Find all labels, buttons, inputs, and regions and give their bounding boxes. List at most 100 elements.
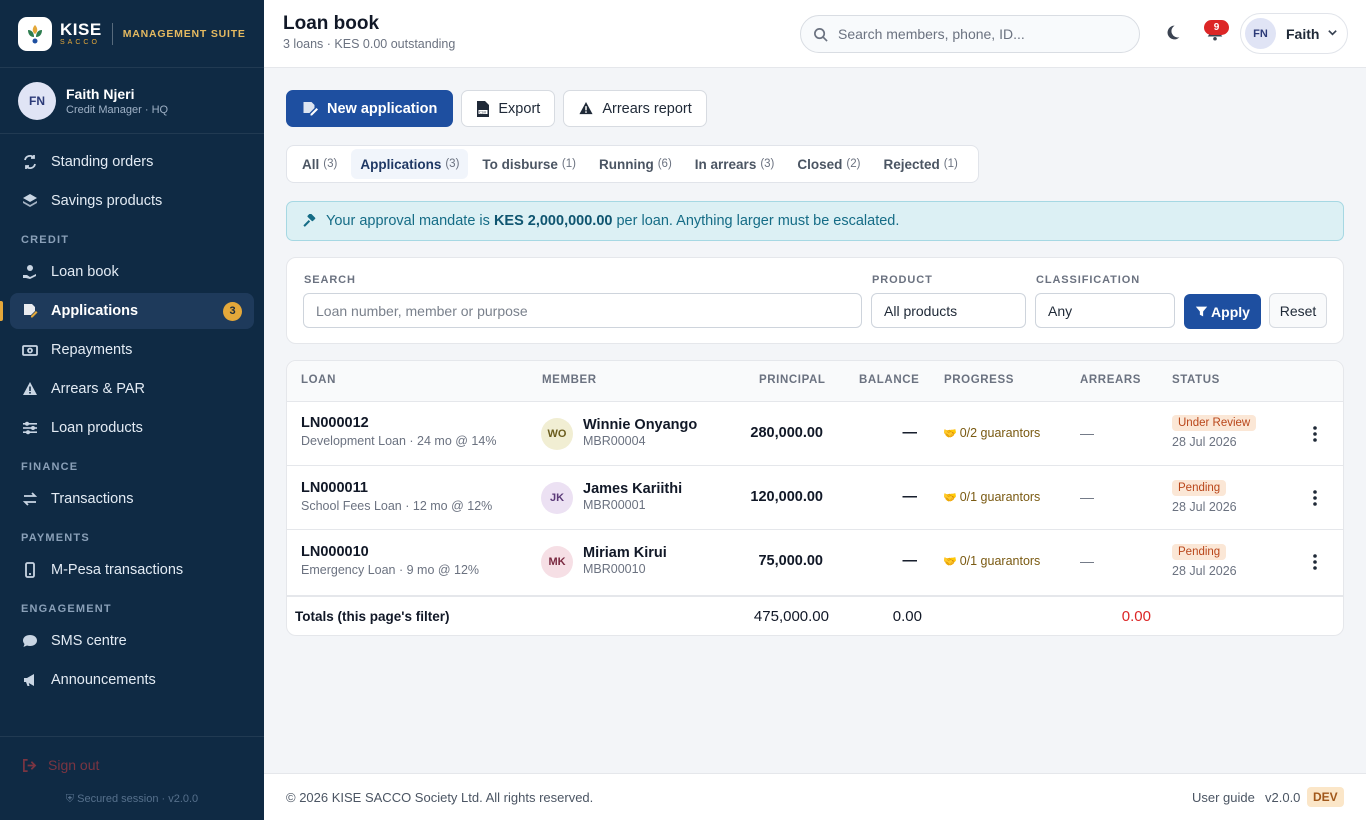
loan-search-input[interactable]: Loan number, member or purpose (303, 293, 862, 328)
table-row[interactable]: LN000012 Development Loan · 24 mo @ 14% … (287, 402, 1343, 466)
reset-button[interactable]: Reset (1269, 293, 1327, 328)
sidebar-item-loan-products[interactable]: Loan products (10, 410, 254, 446)
table-row[interactable]: LN000010 Emergency Loan · 9 mo @ 12% MK … (287, 531, 1343, 595)
tab-label: Rejected (883, 156, 940, 172)
user-name: Faith Njeri (66, 85, 135, 102)
filter-panel: SEARCH Loan number, member or purpose PR… (286, 257, 1344, 344)
arrears-report-button[interactable]: Arrears report (563, 90, 707, 127)
tab-closed[interactable]: Closed (2) (788, 149, 869, 179)
search-input[interactable] (838, 26, 1118, 42)
status-date: 28 Jul 2026 (1172, 500, 1237, 514)
sidebar: KISE SACCO MANAGEMENT SUITE FN Faith Nje… (0, 0, 264, 820)
gavel-icon (302, 213, 317, 229)
kebab-menu-icon[interactable] (1313, 554, 1317, 573)
balance: — (902, 553, 918, 569)
totals-row: Totals (this page's filter) 475,000.00 0… (287, 595, 1343, 635)
user-menu[interactable]: FN Faith (1240, 13, 1348, 54)
sms-icon (22, 633, 38, 649)
export-button[interactable]: CSV Export (461, 90, 556, 127)
sliders-icon (22, 420, 38, 436)
guarantor-progress: 🤝 0/2 guarantors (943, 426, 1040, 440)
progress-label: 0/2 guarantors (959, 426, 1041, 440)
user-card[interactable]: FN Faith Njeri Credit Manager · HQ (0, 68, 264, 134)
new-application-label: New application (327, 100, 438, 117)
csv-file-icon: CSV (476, 100, 490, 117)
sidebar-item-transactions[interactable]: Transactions (10, 481, 254, 517)
total-arrears: 0.00 (1121, 608, 1151, 625)
sidebar-item-label: Applications (51, 303, 139, 319)
apply-button[interactable]: Apply (1184, 294, 1261, 329)
sidebar-nav: Standing orders Savings products CREDIT … (0, 134, 264, 698)
sidebar-item-applications[interactable]: Applications 3 (0, 293, 254, 329)
user-guide-link[interactable]: User guide (1192, 790, 1255, 805)
sidebar-item-repayments[interactable]: Repayments (10, 332, 254, 368)
user-role: Credit Manager · HQ (66, 103, 169, 116)
brand-subtitle: SACCO (60, 39, 100, 46)
totals-label: Totals (this page's filter) (295, 609, 450, 624)
guarantor-progress: 🤝 0/1 guarantors (943, 554, 1040, 568)
search-icon (813, 27, 828, 42)
tab-applications[interactable]: Applications (3) (351, 149, 469, 179)
status-tabs: All (3) Applications (3) To disburse (1) Ru… (286, 145, 979, 183)
loan-number[interactable]: LN000010 (301, 544, 479, 560)
loan-description: Emergency Loan · 9 mo @ 12% (301, 563, 480, 577)
tab-all[interactable]: All (3) (293, 149, 346, 179)
applications-count-badge: 3 (223, 301, 242, 321)
sidebar-item-arrears-par[interactable]: Arrears & PAR (10, 371, 254, 407)
product-select[interactable]: All products (871, 293, 1026, 328)
sidebar-item-label: Loan book (51, 264, 119, 280)
alert-suffix: per loan. Anything larger must be escala… (616, 213, 900, 229)
total-principal: 475,000.00 (753, 608, 829, 625)
principal: 120,000.00 (750, 489, 823, 505)
sidebar-item-announcements[interactable]: Announcements (10, 662, 254, 698)
col-progress: PROGRESS (944, 374, 1014, 386)
notification-badge: 9 (1204, 20, 1229, 35)
classification-select[interactable]: Any (1035, 293, 1175, 328)
loan-number[interactable]: LN000012 (301, 415, 496, 431)
user-menu-name: Faith (1286, 25, 1320, 42)
handshake-icon: 🤝 (943, 555, 957, 568)
tab-count: (6) (657, 158, 672, 170)
member-name[interactable]: Miriam Kirui (583, 545, 667, 561)
tab-running[interactable]: Running (6) (590, 149, 681, 179)
megaphone-icon (22, 672, 38, 688)
table-row[interactable]: LN000011 School Fees Loan · 12 mo @ 12% … (287, 466, 1343, 530)
sidebar-item-label: SMS centre (51, 633, 127, 649)
classification-filter-label: CLASSIFICATION (1036, 274, 1141, 286)
sidebar-item-sms-centre[interactable]: SMS centre (10, 623, 254, 659)
export-label: Export (498, 100, 541, 117)
new-application-button[interactable]: New application (286, 90, 454, 127)
balance: — (902, 489, 918, 505)
arrears: — (1080, 553, 1094, 569)
sidebar-item-mpesa-transactions[interactable]: M-Pesa transactions (10, 552, 254, 588)
file-signature-icon (22, 303, 38, 319)
alert-prefix: Your approval mandate is (326, 213, 490, 229)
sidebar-item-standing-orders[interactable]: Standing orders (10, 144, 254, 180)
status-badge: Under Review (1172, 415, 1257, 431)
tab-count: (3) (323, 158, 338, 170)
sign-out-button[interactable]: Sign out (22, 757, 99, 773)
total-balance: 0.00 (892, 608, 922, 625)
avatar: MK (541, 546, 573, 578)
loan-description: School Fees Loan · 12 mo @ 12% (301, 499, 493, 513)
secured-session-label: Secured session · v2.0.0 (77, 793, 199, 805)
member-name[interactable]: Winnie Onyango (583, 417, 697, 433)
loan-number[interactable]: LN000011 (301, 480, 492, 496)
tab-rejected[interactable]: Rejected (1) (874, 149, 966, 179)
sidebar-item-label: Arrears & PAR (51, 381, 146, 397)
sidebar-item-savings-products[interactable]: Savings products (10, 183, 254, 219)
sidebar-item-loan-book[interactable]: Loan book (10, 254, 254, 290)
brand: KISE SACCO MANAGEMENT SUITE (0, 0, 264, 68)
moon-icon[interactable] (1164, 24, 1181, 44)
brand-divider (111, 22, 113, 45)
approval-mandate-alert: Your approval mandate is KES 2,000,000.0… (286, 201, 1344, 241)
kebab-menu-icon[interactable] (1313, 490, 1317, 509)
warning-icon (578, 101, 594, 116)
page-subtitle: 3 loans · KES 0.00 outstanding (283, 37, 456, 51)
tab-in-arrears[interactable]: In arrears (3) (686, 149, 784, 179)
tab-to-disburse[interactable]: To disburse (1) (473, 149, 585, 179)
global-search[interactable] (800, 15, 1140, 53)
kebab-menu-icon[interactable] (1313, 426, 1317, 445)
member-name[interactable]: James Kariithi (583, 481, 682, 497)
sign-out-icon (22, 758, 37, 773)
